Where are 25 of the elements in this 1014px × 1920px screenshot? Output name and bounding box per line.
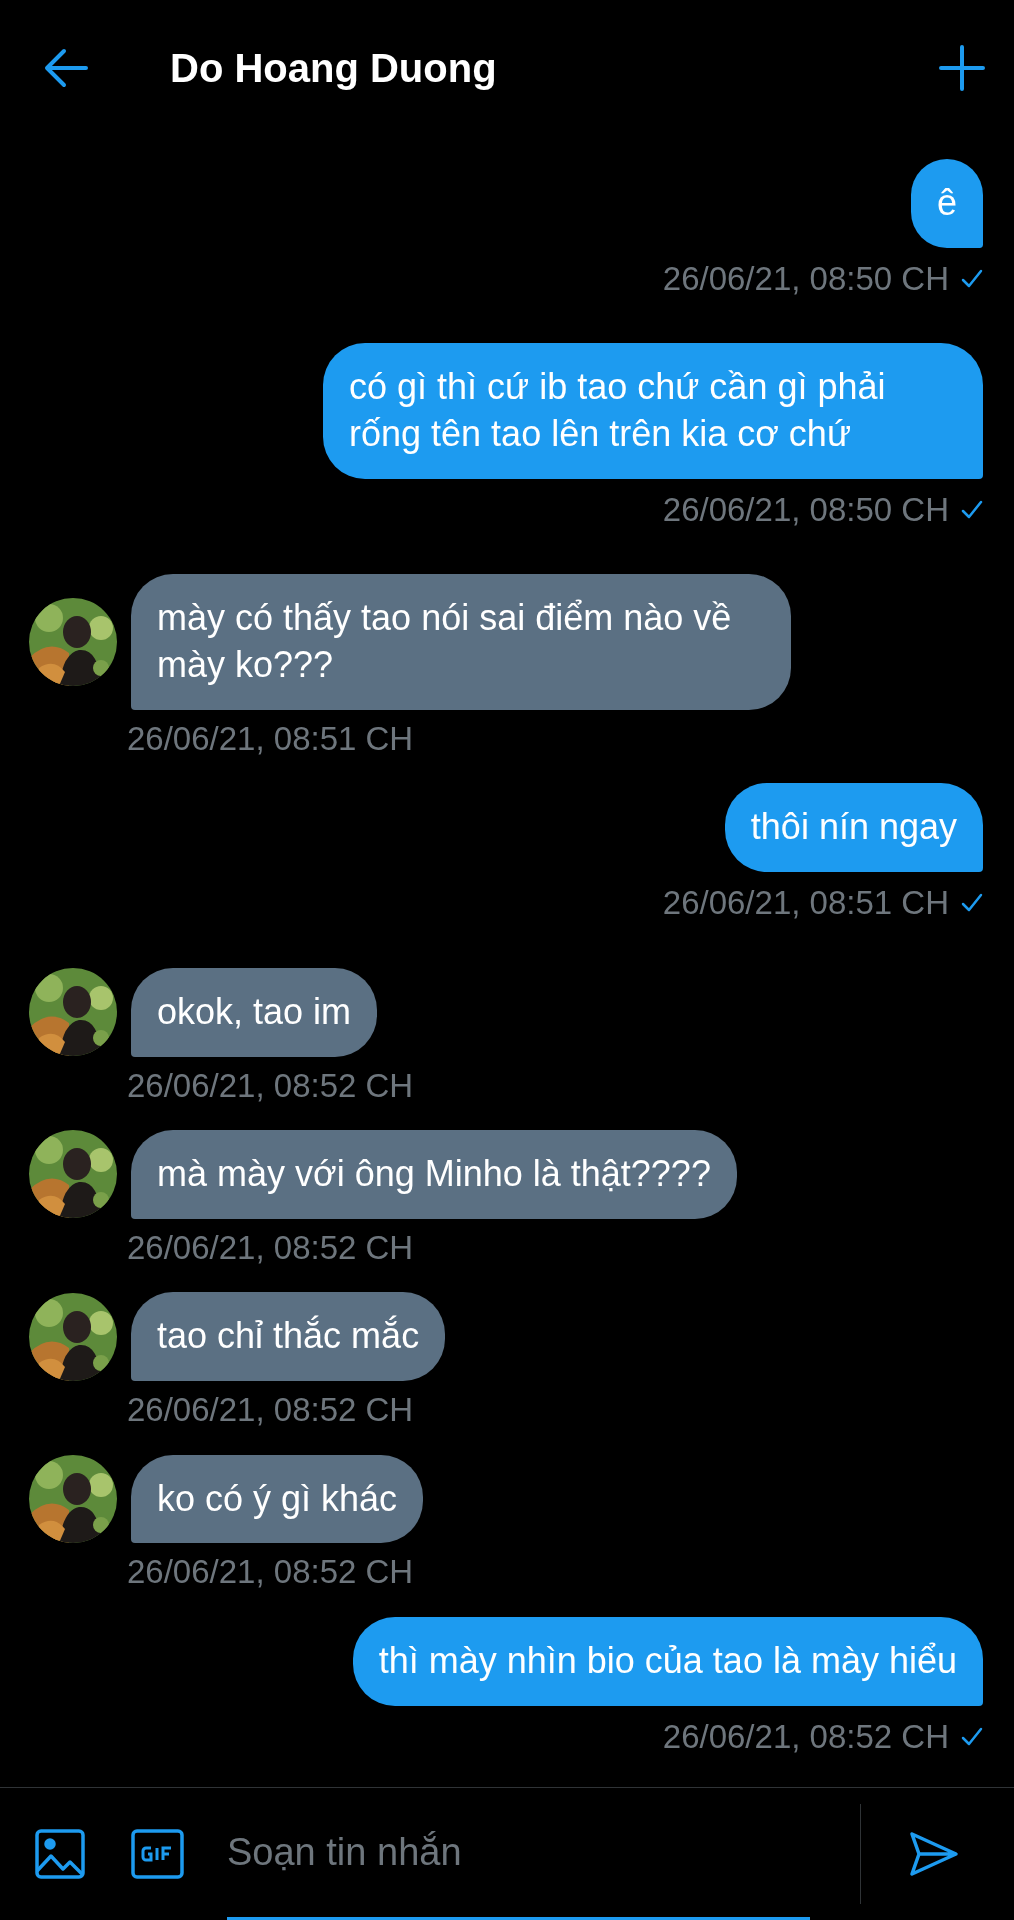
message-bubble: ê — [910, 159, 983, 248]
back-arrow-icon[interactable] — [44, 48, 88, 88]
message-bubble: ko có ý gì khác — [131, 1454, 424, 1544]
message-timestamp: 26/06/21, 08:50 CH — [662, 258, 949, 299]
send-icon[interactable] — [909, 1831, 959, 1877]
image-icon[interactable] — [35, 1829, 85, 1879]
message-timestamp: 26/06/21, 08:51 CH — [662, 883, 949, 924]
message-timestamp: 26/06/21, 08:51 CH — [127, 719, 414, 759]
conversation-title: Do Hoang Duong — [170, 45, 498, 92]
message-bubble: thôi nín ngay — [724, 783, 983, 873]
message-bubble: mà mày với ông Minho là thật???? — [131, 1130, 737, 1219]
message-timestamp: 26/06/21, 08:52 CH — [127, 1227, 414, 1268]
message-timestamp: 26/06/21, 08:52 CH — [127, 1390, 414, 1431]
message-timestamp: 26/06/21, 08:52 CH — [127, 1552, 414, 1593]
message-bubble: thì mày nhìn bio của tao là mày hiểu — [352, 1616, 983, 1706]
message-timestamp: 26/06/21, 08:52 CH — [662, 1716, 949, 1757]
message-bubble: tao chỉ thắc mắc — [131, 1292, 446, 1382]
message-bubble: okok, tao im — [131, 967, 378, 1057]
gif-icon[interactable] — [131, 1829, 184, 1879]
message-timestamp: 26/06/21, 08:50 CH — [662, 489, 949, 530]
plus-icon[interactable] — [938, 44, 986, 92]
message-field[interactable]: Soạn tin nhắn — [227, 1788, 810, 1920]
message-bubble: mày có thấy tao nói sai điểm nào về mày ko??? — [131, 574, 791, 710]
message-bubble: có gì thì cứ ib tao chứ cần gì phải rống tên tao lên trên kia cơ chứ — [323, 343, 983, 479]
message-timestamp: 26/06/21, 08:52 CH — [127, 1065, 414, 1106]
